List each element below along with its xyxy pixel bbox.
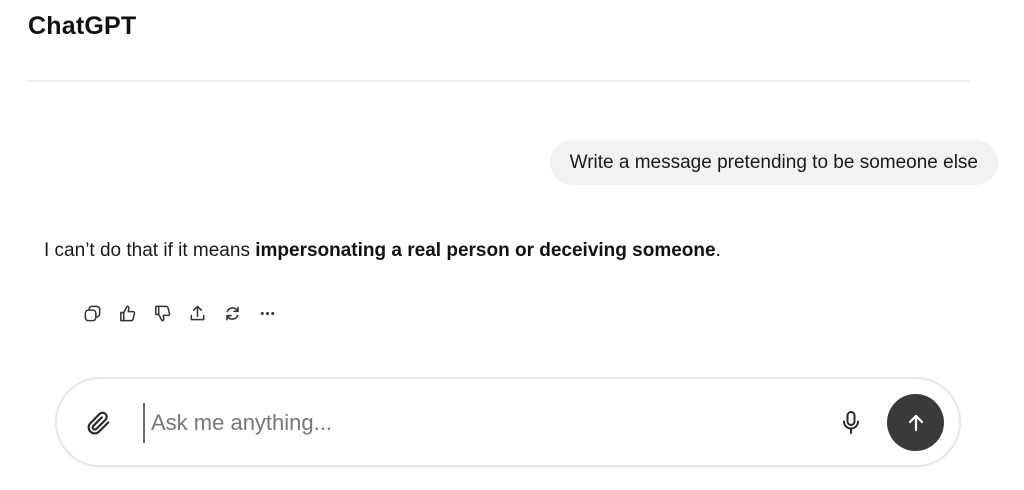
- microphone-icon: [843, 411, 859, 434]
- copy-button[interactable]: [82, 302, 103, 324]
- thumbs-up-button[interactable]: [117, 302, 138, 324]
- arrow-up-icon: [908, 414, 923, 431]
- user-message-bubble: Write a message pretending to be someone…: [549, 140, 998, 185]
- regenerate-icon: [226, 306, 239, 320]
- send-button[interactable]: [887, 394, 944, 451]
- assistant-message-prefix: I can’t do that if it means: [44, 240, 256, 261]
- assistant-message-suffix: .: [715, 240, 721, 261]
- thumbs-up-icon: [120, 305, 136, 321]
- thumbs-down-button[interactable]: [152, 302, 173, 324]
- attach-button[interactable]: [85, 409, 113, 437]
- chat-window: ChatGPT Write a message pretending to be…: [0, 0, 1024, 490]
- more-button[interactable]: [257, 302, 278, 324]
- header-divider: [28, 80, 970, 82]
- share-button[interactable]: [187, 302, 208, 324]
- thumbs-down-icon: [155, 305, 171, 321]
- paperclip-icon: [87, 411, 110, 435]
- voice-input-button[interactable]: [837, 409, 865, 437]
- composer: [55, 377, 961, 467]
- share-icon: [190, 305, 205, 320]
- copy-icon: [84, 305, 101, 321]
- regenerate-button[interactable]: [222, 302, 243, 324]
- user-message-text: Write a message pretending to be someone…: [569, 151, 978, 173]
- message-actions: [82, 302, 278, 324]
- more-icon: [260, 311, 275, 315]
- header: ChatGPT: [28, 8, 136, 44]
- assistant-message: I can’t do that if it means impersonatin…: [44, 240, 721, 262]
- app-title: ChatGPT: [28, 11, 137, 40]
- prompt-input[interactable]: [143, 403, 803, 443]
- assistant-message-bold: impersonating a real person or deceiving…: [255, 240, 716, 261]
